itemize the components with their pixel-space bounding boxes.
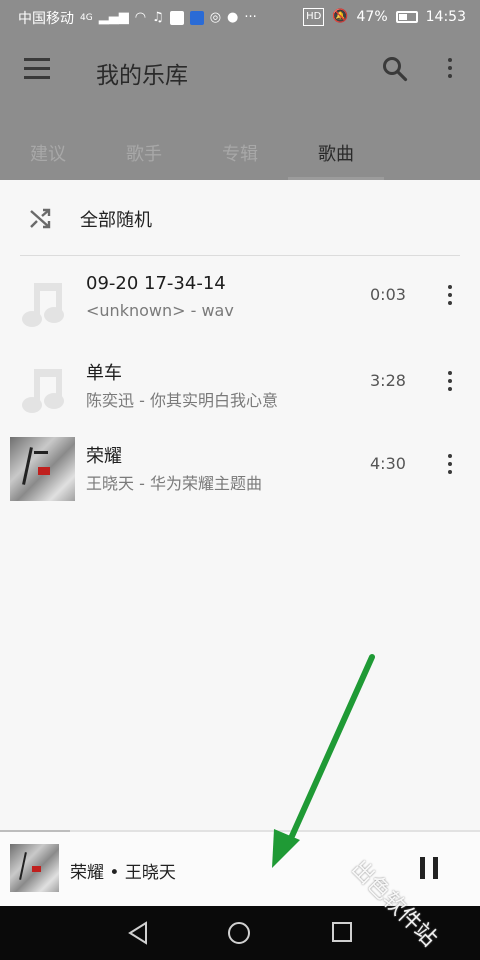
music-note-icon [22, 369, 64, 413]
song-subtitle: 陈奕迅 - 你其实明白我心意 [86, 391, 278, 410]
vpn-icon: ◎ [209, 10, 222, 25]
hd-icon: HD [303, 8, 325, 26]
battery-icon [395, 11, 418, 23]
music-icon: ♫ [152, 10, 164, 25]
divider [20, 255, 460, 256]
shuffle-icon [30, 208, 51, 229]
song-duration: 3:28 [370, 371, 406, 390]
tab-albums[interactable]: 专辑 [222, 140, 258, 166]
baidu-icon [169, 11, 184, 25]
song-row[interactable]: 09-20 17-34-14 <unknown> - wav 0:03 [0, 267, 480, 353]
more-notifications-icon: ··· [244, 10, 257, 25]
song-more-icon[interactable] [446, 285, 454, 307]
tab-bar: 建议 歌手 专辑 歌曲 [0, 132, 480, 180]
now-playing-title: 荣耀 • 王晓天 [70, 863, 176, 883]
app-bar: 我的乐库 建议 歌手 专辑 歌曲 [0, 34, 480, 180]
song-title: 09-20 17-34-14 [86, 273, 226, 294]
more-vert-icon[interactable] [446, 58, 454, 80]
home-icon[interactable] [228, 922, 250, 944]
shuffle-all-label: 全部随机 [80, 210, 152, 231]
battery-percent: 47% [356, 9, 388, 25]
network-type: 4G [80, 13, 93, 23]
song-list-panel: 全部随机 09-20 17-34-14 <unknown> - wav 0:03… [0, 180, 480, 830]
playback-progress-track [0, 830, 480, 832]
carrier-label: 中国移动 [18, 11, 74, 27]
message-icon: ● [227, 10, 239, 25]
album-cover [10, 437, 75, 501]
pause-icon[interactable] [420, 857, 438, 879]
tab-suggestions[interactable]: 建议 [30, 140, 66, 166]
song-more-icon[interactable] [446, 371, 454, 393]
music-note-icon [22, 283, 64, 327]
song-subtitle: 王晓天 - 华为荣耀主题曲 [86, 474, 262, 493]
shuffle-all-row[interactable]: 全部随机 [0, 180, 480, 256]
playback-progress [0, 830, 70, 832]
song-duration: 4:30 [370, 454, 406, 473]
tab-artists[interactable]: 歌手 [126, 140, 162, 166]
song-title: 单车 [86, 363, 122, 384]
back-icon[interactable] [127, 921, 149, 945]
tab-songs[interactable]: 歌曲 [318, 140, 354, 166]
search-icon[interactable] [382, 56, 408, 82]
status-bar: 中国移动 4G ▂▄▆ ◠ ♫ ◎ ● ··· HD 🔕 47% 14:53 [0, 0, 480, 34]
signal-icon: ▂▄▆ [98, 10, 129, 25]
recent-apps-icon[interactable] [332, 922, 352, 942]
song-duration: 0:03 [370, 285, 406, 304]
clock: 14:53 [425, 9, 466, 25]
menu-icon[interactable] [24, 58, 50, 80]
app-notification-icon [189, 11, 204, 25]
wifi-icon: ◠ [134, 10, 147, 25]
page-title: 我的乐库 [96, 63, 188, 89]
song-row[interactable]: 荣耀 王晓天 - 华为荣耀主题曲 4:30 [0, 436, 480, 522]
song-title: 荣耀 [86, 446, 122, 467]
song-row[interactable]: 单车 陈奕迅 - 你其实明白我心意 3:28 [0, 353, 480, 439]
song-subtitle: <unknown> - wav [86, 301, 234, 320]
song-more-icon[interactable] [446, 454, 454, 476]
now-playing-cover [10, 844, 59, 892]
mute-icon: 🔕 [332, 9, 349, 24]
